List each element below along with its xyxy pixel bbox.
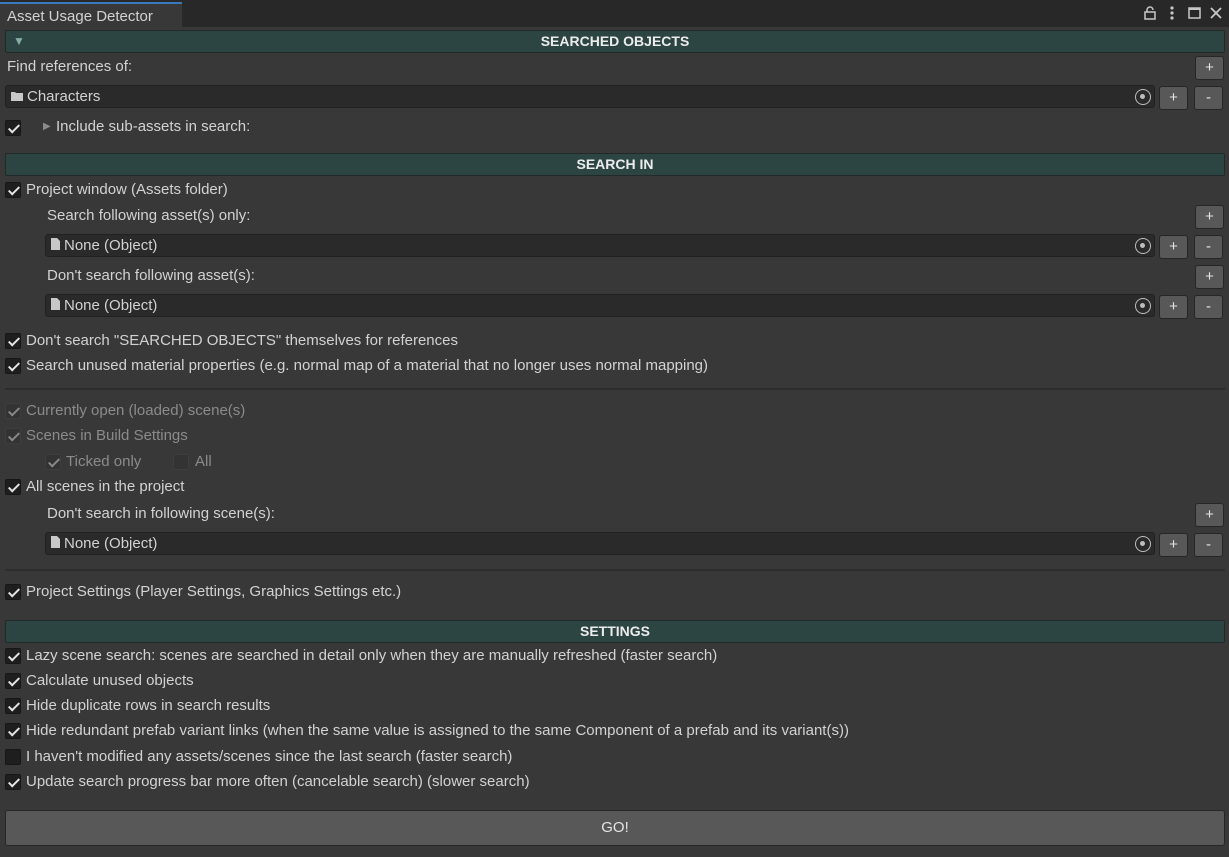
collapse-triangle-icon[interactable]: ▼ bbox=[13, 31, 25, 52]
searched-object-field[interactable]: Characters bbox=[5, 85, 1155, 108]
lock-icon[interactable] bbox=[1141, 3, 1159, 23]
object-picker-icon[interactable] bbox=[1135, 89, 1151, 105]
file-icon bbox=[51, 238, 60, 253]
expand-triangle-icon[interactable]: ▶ bbox=[43, 121, 51, 132]
hide-redundant-label: Hide redundant prefab variant links (whe… bbox=[26, 722, 849, 739]
maximize-icon[interactable] bbox=[1185, 3, 1203, 23]
calc-unused-checkbox[interactable] bbox=[5, 673, 21, 689]
dont-search-scenes-label: Don't search in following scene(s): bbox=[47, 505, 275, 522]
window-title: Asset Usage Detector bbox=[7, 8, 153, 25]
object-picker-icon[interactable] bbox=[1135, 536, 1151, 552]
calc-unused-label: Calculate unused objects bbox=[26, 672, 194, 689]
ticked-only-label: Ticked only bbox=[66, 453, 142, 470]
not-modified-label: I haven't modified any assets/scenes sin… bbox=[26, 748, 513, 765]
project-settings-label: Project Settings (Player Settings, Graph… bbox=[26, 583, 402, 600]
object-picker-icon[interactable] bbox=[1135, 298, 1151, 314]
more-options-icon[interactable] bbox=[1163, 3, 1181, 23]
settings-header: SETTINGS bbox=[5, 620, 1225, 643]
search-in-header: SEARCH IN bbox=[5, 153, 1225, 176]
ticked-only-checkbox bbox=[45, 454, 61, 470]
build-scenes-label: Scenes in Build Settings bbox=[26, 427, 188, 444]
divider bbox=[5, 569, 1225, 571]
insert-search-only-button[interactable]: + bbox=[1159, 235, 1188, 259]
all-scenes-checkbox[interactable] bbox=[5, 479, 21, 495]
file-icon bbox=[51, 298, 60, 313]
insert-dont-search-button[interactable]: + bbox=[1159, 295, 1188, 319]
remove-search-only-button[interactable]: - bbox=[1194, 235, 1223, 259]
remove-dont-search-scene-button[interactable]: - bbox=[1194, 533, 1223, 557]
add-search-only-button[interactable]: + bbox=[1195, 205, 1224, 229]
open-scenes-checkbox bbox=[5, 403, 21, 419]
lazy-scene-label: Lazy scene search: scenes are searched i… bbox=[26, 647, 718, 664]
dont-search-searched-checkbox[interactable] bbox=[5, 333, 21, 349]
close-icon[interactable] bbox=[1207, 3, 1225, 23]
folder-icon bbox=[11, 89, 23, 104]
dont-search-scenes-field[interactable]: None (Object) bbox=[45, 532, 1155, 555]
unused-material-checkbox[interactable] bbox=[5, 358, 21, 374]
insert-dont-search-scene-button[interactable]: + bbox=[1159, 533, 1188, 557]
project-window-label: Project window (Assets folder) bbox=[26, 181, 228, 198]
include-sub-assets-checkbox[interactable] bbox=[5, 120, 21, 136]
not-modified-checkbox[interactable] bbox=[5, 749, 21, 765]
dont-search-label: Don't search following asset(s): bbox=[47, 267, 255, 284]
window-tab[interactable]: Asset Usage Detector bbox=[0, 2, 182, 27]
build-scenes-checkbox bbox=[5, 428, 21, 444]
title-bar: Asset Usage Detector bbox=[0, 0, 1229, 27]
project-settings-checkbox[interactable] bbox=[5, 584, 21, 600]
update-progress-label: Update search progress bar more often (c… bbox=[26, 773, 530, 790]
object-picker-icon[interactable] bbox=[1135, 238, 1151, 254]
remove-searched-object-button[interactable]: - bbox=[1194, 86, 1223, 110]
go-button[interactable]: GO! bbox=[5, 810, 1225, 846]
project-window-checkbox[interactable] bbox=[5, 182, 21, 198]
hide-duplicate-label: Hide duplicate rows in search results bbox=[26, 697, 271, 714]
lazy-scene-checkbox[interactable] bbox=[5, 648, 21, 664]
search-only-field[interactable]: None (Object) bbox=[45, 234, 1155, 257]
file-icon bbox=[51, 536, 60, 551]
update-progress-checkbox[interactable] bbox=[5, 774, 21, 790]
unused-material-label: Search unused material properties (e.g. … bbox=[26, 357, 709, 374]
hide-redundant-checkbox[interactable] bbox=[5, 723, 21, 739]
add-dont-search-button[interactable]: + bbox=[1195, 265, 1224, 289]
searched-objects-header[interactable]: ▼ SEARCHED OBJECTS bbox=[5, 30, 1225, 53]
hide-duplicate-checkbox[interactable] bbox=[5, 698, 21, 714]
open-scenes-label: Currently open (loaded) scene(s) bbox=[26, 402, 246, 419]
remove-dont-search-button[interactable]: - bbox=[1194, 295, 1223, 319]
dont-search-field[interactable]: None (Object) bbox=[45, 294, 1155, 317]
all-build-scenes-checkbox bbox=[173, 454, 189, 470]
include-sub-assets-label: Include sub-assets in search: bbox=[56, 118, 251, 135]
divider bbox=[5, 388, 1225, 390]
insert-searched-object-button[interactable]: + bbox=[1159, 86, 1188, 110]
all-scenes-label: All scenes in the project bbox=[26, 478, 185, 495]
search-only-label: Search following asset(s) only: bbox=[47, 207, 251, 224]
all-build-scenes-label: All bbox=[195, 453, 212, 470]
dont-search-searched-label: Don't search "SEARCHED OBJECTS" themselv… bbox=[26, 332, 458, 349]
add-dont-search-scene-button[interactable]: + bbox=[1195, 503, 1224, 527]
find-references-label: Find references of: bbox=[7, 58, 133, 75]
add-searched-object-button[interactable]: + bbox=[1195, 56, 1224, 80]
